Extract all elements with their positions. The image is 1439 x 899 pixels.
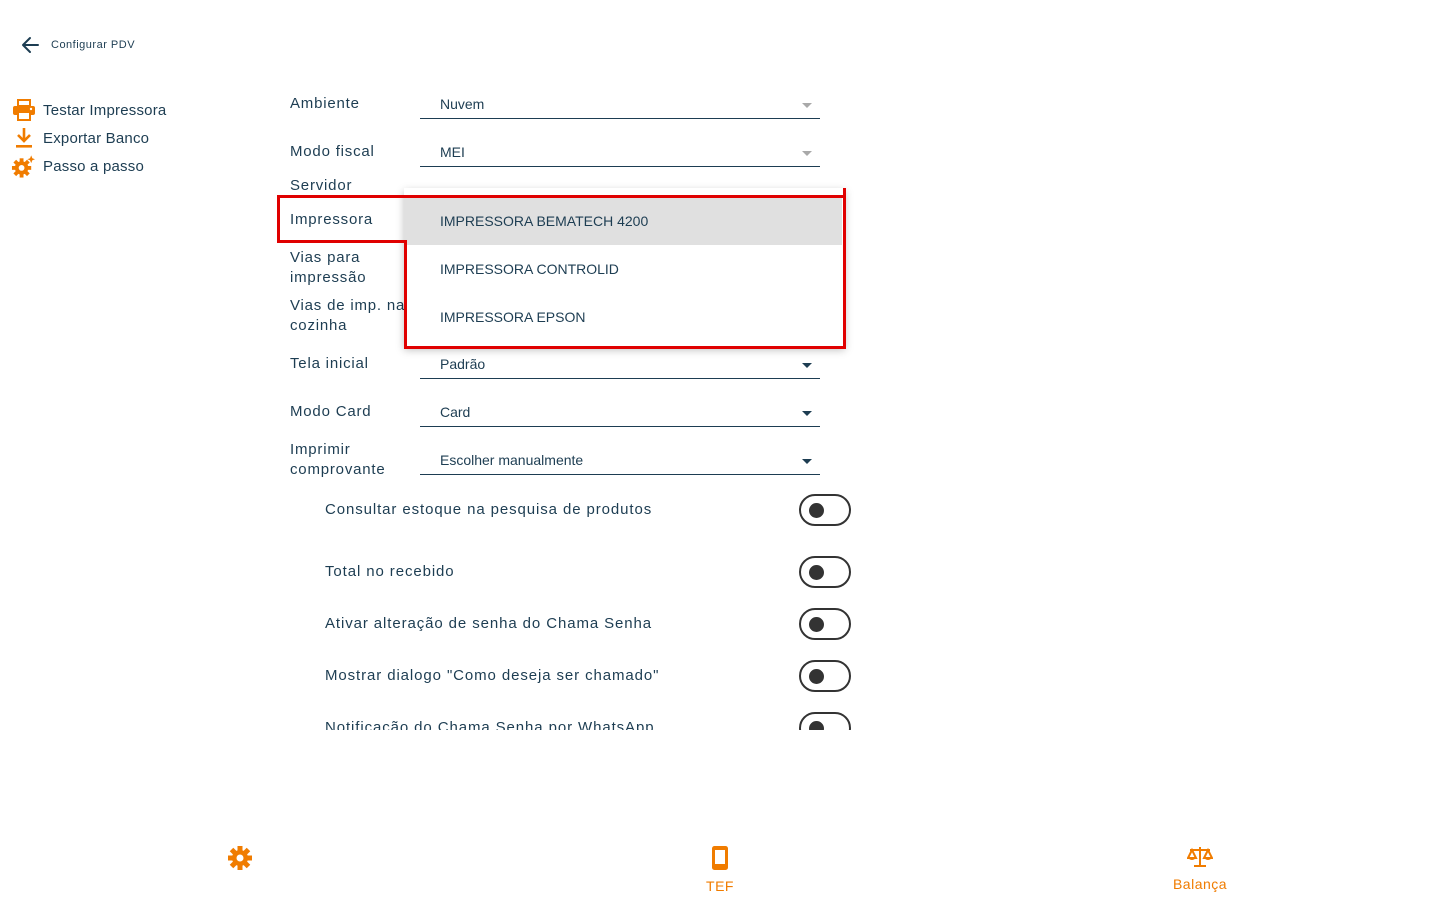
sidebar-item-exportar-banco[interactable]: Exportar Banco [11,126,149,150]
sidebar-item-passo-a-passo[interactable]: Passo a passo [11,154,144,178]
nav-label: Balança [1172,876,1228,892]
dropdown-option-label: IMPRESSORA BEMATECH 4200 [440,213,649,229]
chevron-down-icon [802,411,812,416]
settings-scroll-area[interactable]: Consultar estoque na pesquisa de produto… [280,485,880,730]
modo-fiscal-select[interactable]: MEI [420,142,820,167]
label-servidor: Servidor [290,177,353,194]
label-vias-impressao: Vias para impressão [290,249,367,286]
sidebar-item-label: Passo a passo [43,157,144,175]
dropdown-option[interactable]: IMPRESSORA EPSON [404,293,842,341]
toggle-knob [809,669,824,684]
sidebar-item-label: Exportar Banco [43,129,150,147]
toggle-label: Notificação do Chama Senha por WhatsApp [325,719,655,730]
nav-settings[interactable] [190,845,290,895]
toggle-label: Mostrar dialogo "Como deseja ser chamado… [325,667,660,684]
modo-card-select[interactable]: Card [420,402,820,427]
back-button[interactable] [18,33,44,57]
sidebar-item-testar-impressora[interactable]: Testar Impressora [11,98,166,122]
dropdown-option-label: IMPRESSORA CONTROLID [440,261,619,277]
label-impressora: Impressora [290,211,374,228]
nav-balanca[interactable]: Balança [1150,845,1250,895]
label-modo-fiscal: Modo fiscal [290,143,375,160]
page-title: Configurar PDV [51,39,136,51]
mostrar-dialogo-toggle[interactable] [799,660,851,692]
toggle-label: Consultar estoque na pesquisa de produto… [325,501,653,518]
label-modo-card: Modo Card [290,403,372,420]
imprimir-comprovante-select[interactable]: Escolher manualmente [420,450,820,475]
dropdown-option[interactable]: IMPRESSORA CONTROLID [404,245,842,293]
ambiente-value: Nuvem [440,96,485,112]
consultar-estoque-toggle[interactable] [799,494,851,526]
arrow-left-icon [22,37,39,53]
label-ambiente: Ambiente [290,95,360,112]
nav-tef[interactable]: TEF [670,845,770,895]
label-imprimir-comprovante: Imprimir comprovante [290,441,386,478]
settings-sparkle-icon [11,154,36,178]
toggle-knob [809,721,824,730]
modo-card-value: Card [440,404,471,420]
imprimir-comprovante-value: Escolher manualmente [440,452,584,468]
whatsapp-notificacao-toggle[interactable] [799,712,851,730]
impressora-dropdown-menu: IMPRESSORA BEMATECH 4200 IMPRESSORA CONT… [404,188,845,347]
toggle-label: Total no recebido [325,563,455,580]
smartphone-icon [712,846,728,870]
label-tela-inicial: Tela inicial [290,355,369,372]
modo-fiscal-value: MEI [440,144,465,160]
dropdown-option[interactable]: IMPRESSORA BEMATECH 4200 [404,197,842,245]
printer-icon [11,98,36,122]
scale-icon [1186,847,1214,867]
chevron-down-icon [802,103,812,108]
toggle-knob [809,503,824,518]
gear-icon [228,846,252,870]
chevron-down-icon [802,363,812,368]
alterar-senha-toggle[interactable] [799,608,851,640]
chevron-down-icon [802,151,812,156]
sidebar-item-label: Testar Impressora [43,101,167,119]
toggle-knob [809,565,824,580]
nav-label: TEF [706,878,734,894]
total-recebido-toggle[interactable] [799,556,851,588]
ambiente-select[interactable]: Nuvem [420,94,820,119]
dropdown-option-label: IMPRESSORA EPSON [440,309,586,325]
toggle-knob [809,617,824,632]
download-icon [11,126,36,150]
tela-inicial-value: Padrão [440,356,486,372]
tela-inicial-select[interactable]: Padrão [420,354,820,379]
chevron-down-icon [802,459,812,464]
toggle-label: Ativar alteração de senha do Chama Senha [325,615,653,632]
label-vias-cozinha: Vias de imp. na cozinha [290,297,406,334]
